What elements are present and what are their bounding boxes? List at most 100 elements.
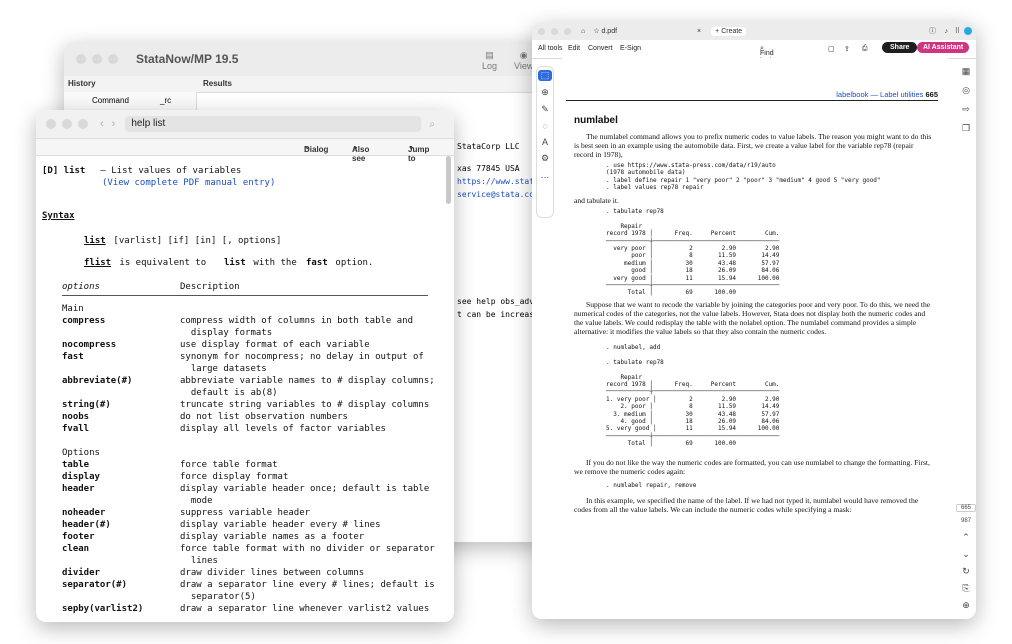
jump-to-menu[interactable]: Jump to ⌄ <box>408 142 429 163</box>
window-controls[interactable] <box>76 54 118 64</box>
help-scrollbar[interactable] <box>446 156 451 204</box>
output-line: . use https://www.stata-press.com/data/r… <box>606 162 776 169</box>
avatar[interactable] <box>964 27 972 35</box>
option-name[interactable]: noobs <box>62 411 89 423</box>
all-tools-menu[interactable]: All tools <box>538 45 563 52</box>
print-icon[interactable]: ⎙ <box>862 45 868 53</box>
flist-text: option. <box>330 258 374 268</box>
esign-menu[interactable]: E-Sign <box>620 45 641 52</box>
pen-icon[interactable]: ✎ <box>537 104 553 115</box>
output-line: Total │ 69 100.00 <box>606 289 737 297</box>
output-line: poor │ 8 11.59 14.49 <box>606 252 780 260</box>
window-controls[interactable] <box>46 119 88 129</box>
window-controls[interactable] <box>538 27 571 35</box>
section-heading: numlabel <box>574 115 618 126</box>
page-up-icon[interactable]: ⌃ <box>956 532 976 543</box>
option-description: lines <box>180 556 218 566</box>
help-icon[interactable]: ⓘ <box>929 26 936 36</box>
option-name[interactable]: fast <box>62 351 84 363</box>
page-number-box[interactable]: 665 <box>956 504 976 512</box>
flist-text: with the <box>248 258 303 268</box>
flist-command: flist <box>84 258 112 268</box>
option-description: draw a separator line every # lines; def… <box>180 580 435 590</box>
comment-icon[interactable]: ▦ <box>956 66 976 77</box>
document-tab[interactable]: ☆ d.pdf <box>593 27 617 35</box>
save-icon[interactable]: ▢ <box>828 45 835 53</box>
edit-menu[interactable]: Edit <box>568 45 580 52</box>
page-down-icon[interactable]: ⌄ <box>956 549 976 560</box>
help-command-input[interactable]: help list <box>125 116 422 132</box>
home-icon[interactable]: ⌂ <box>581 28 585 35</box>
option-name[interactable]: divider <box>62 567 100 579</box>
create-tab-button[interactable]: + Create <box>711 26 747 36</box>
option-description: force display format <box>180 472 289 482</box>
more-icon[interactable]: … <box>537 170 553 180</box>
viewer-button[interactable]: ◉ View <box>514 50 533 71</box>
pdf-tabbar: ⌂ ☆ d.pdf × + Create ⓘ ♪ ⠿ <box>532 22 976 40</box>
option-name[interactable]: compress <box>62 315 105 327</box>
bell-icon[interactable]: ♪ <box>945 28 949 35</box>
option-name[interactable]: nocompress <box>62 339 116 351</box>
option-name[interactable]: header <box>62 483 95 495</box>
results-link[interactable]: service@stata.co <box>457 190 534 199</box>
pdf-manual-link[interactable]: (View complete PDF manual entry) <box>102 177 275 189</box>
option-name[interactable]: sepby(varlist2) <box>62 603 143 615</box>
zoom-in-icon[interactable]: ⊕ <box>956 600 976 611</box>
convert-menu[interactable]: Convert <box>588 45 613 52</box>
cursor-icon[interactable]: ⬚ <box>538 70 552 81</box>
option-name[interactable]: clean <box>62 543 89 555</box>
back-icon[interactable]: ‹ <box>100 118 104 130</box>
stamp-icon[interactable]: ⚙ <box>537 153 553 164</box>
also-see-menu[interactable]: Also see ⌄ <box>352 142 369 163</box>
option-name[interactable]: fvall <box>62 423 89 435</box>
output-line: Repair <box>606 373 643 381</box>
dialog-menu[interactable]: Dialog ⌄ <box>304 142 328 154</box>
output-line: . tabulate rep78 <box>606 208 664 215</box>
pdf-viewer-window: ⌂ ☆ d.pdf × + Create ⓘ ♪ ⠿ All tools Edi… <box>532 22 976 619</box>
pdf-toolbar: All tools Edit Convert E-Sign Find text … <box>532 40 976 78</box>
option-name[interactable]: footer <box>62 531 95 543</box>
share-button[interactable]: Share <box>882 42 918 53</box>
output-line: . label values rep78 repair <box>606 184 704 192</box>
text-icon[interactable]: A <box>537 137 553 147</box>
table-divider <box>62 295 428 296</box>
search-icon[interactable]: ⌕ <box>429 119 435 130</box>
log-button[interactable]: ▤ Log <box>482 50 497 71</box>
option-description: large datasets <box>180 364 267 374</box>
zoom-out-icon[interactable]: ⊖ <box>956 617 976 619</box>
results-link[interactable]: https://www.stat <box>457 177 534 186</box>
option-name[interactable]: separator(#) <box>62 579 127 591</box>
option-description: display variable header once; default is… <box>180 484 430 494</box>
close-tab-icon[interactable]: × <box>697 28 701 35</box>
ai-assistant-button[interactable]: AI Assistant <box>917 42 970 53</box>
copy-icon[interactable]: ❐ <box>956 123 976 134</box>
lasso-icon[interactable]: ◌ <box>537 121 553 131</box>
option-name[interactable]: abbreviate(#) <box>62 375 132 387</box>
option-name[interactable]: header(#) <box>62 519 111 531</box>
option-name[interactable]: table <box>62 459 89 471</box>
option-name[interactable]: noheader <box>62 507 105 519</box>
help-menubar: Dialog ⌄ Also see ⌄ Jump to ⌄ <box>36 139 454 163</box>
paragraph: and tabulate it. <box>574 196 619 205</box>
syntax-heading: Syntax <box>42 211 75 221</box>
link-icon[interactable]: ◎ <box>956 85 976 96</box>
window-title: StataNow/MP 19.5 <box>136 52 239 66</box>
results-line: StataCorp LLC <box>457 142 520 151</box>
paragraph: If you do not like the way the numeric c… <box>574 458 930 476</box>
forward-icon[interactable]: › <box>112 118 116 130</box>
option-name[interactable]: string(#) <box>62 399 111 411</box>
find-tools[interactable]: Find text or tools ⌕ <box>760 45 775 78</box>
fit-page-icon[interactable]: ⎘ <box>956 583 976 594</box>
option-name[interactable]: display <box>62 471 100 483</box>
option-description: compress width of columns in both table … <box>180 316 413 326</box>
output-line: 5. very good │ 11 15.94 100.00 <box>606 425 780 433</box>
rotate-icon[interactable]: ↻ <box>956 566 976 577</box>
apps-icon[interactable]: ⠿ <box>955 27 960 35</box>
upload-icon[interactable]: ⇪ <box>844 45 850 53</box>
export-icon[interactable]: ⇨ <box>956 104 976 115</box>
option-description: mode <box>180 496 213 506</box>
output-line: ────────────┼───────────────────────────… <box>606 388 780 396</box>
zoom-icon[interactable]: ⊕ <box>537 87 553 98</box>
pdf-page: labelbook — Label utilities 665 numlabel… <box>562 58 948 619</box>
